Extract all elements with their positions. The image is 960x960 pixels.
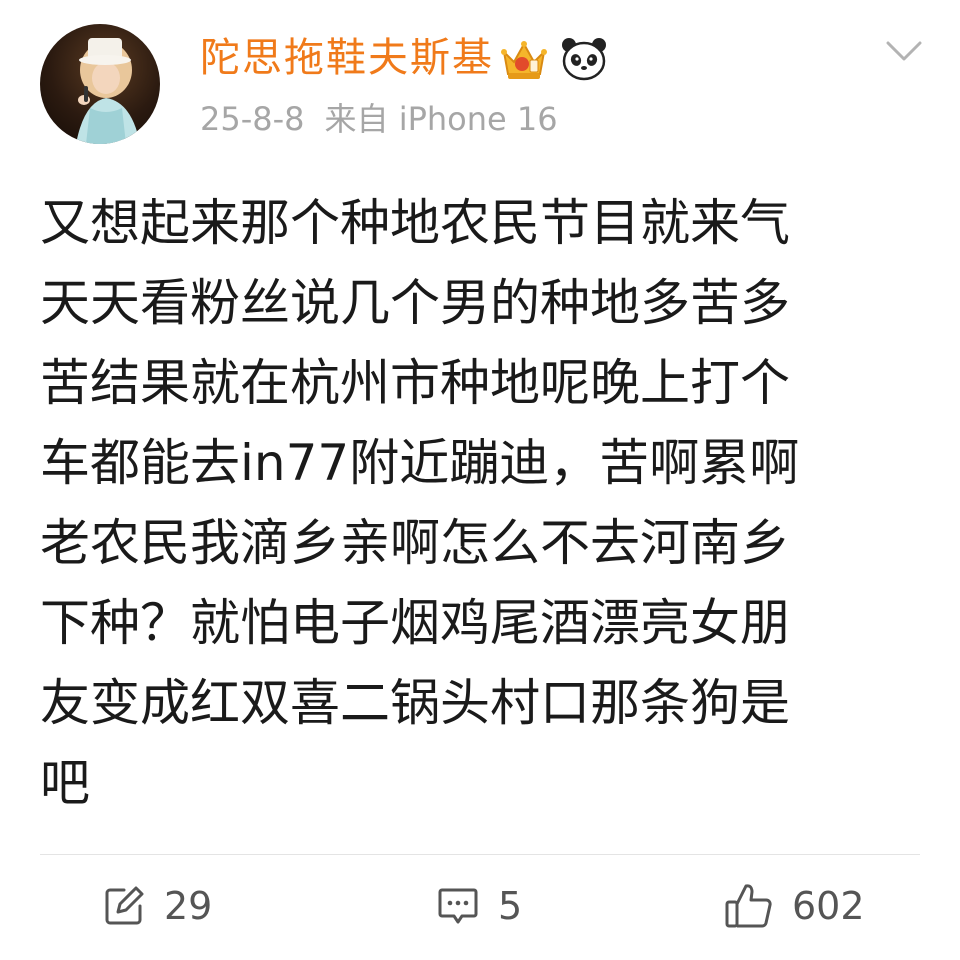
like-count: 602 bbox=[792, 884, 865, 928]
post-text-line: 老农民我滴乡亲啊怎么不去河南乡 bbox=[40, 514, 790, 572]
repost-count: 29 bbox=[164, 884, 213, 928]
post-text-line: 车都能去in77附近蹦迪，苦啊累啊 bbox=[40, 434, 800, 492]
post-text-line: 友变成红双喜二锅头村口那条狗是 bbox=[40, 674, 790, 732]
thumbs-up-icon bbox=[725, 884, 772, 928]
avatar[interactable] bbox=[40, 24, 160, 144]
username[interactable]: 陀思拖鞋夫斯基 bbox=[200, 32, 494, 84]
like-button[interactable]: 602 bbox=[724, 880, 865, 932]
comment-icon bbox=[438, 888, 478, 924]
post-text: 又想起来那个种地农民节目就来气 天天看粉丝说几个男的种地多苦多 苦结果就在杭州市… bbox=[40, 183, 922, 823]
repost-icon bbox=[105, 886, 144, 925]
post-source[interactable]: 来自 iPhone 16 bbox=[325, 100, 558, 138]
comment-button[interactable]: 5 bbox=[436, 880, 522, 932]
divider bbox=[40, 854, 920, 855]
repost-button[interactable]: 29 bbox=[102, 880, 212, 932]
post-text-line: 吧 bbox=[40, 754, 90, 812]
chevron-down-icon[interactable] bbox=[884, 38, 924, 64]
post-text-line: 下种？就怕电子烟鸡尾酒漂亮女朋 bbox=[40, 594, 790, 652]
post-date: 25-8-8 bbox=[200, 100, 305, 138]
post-text-line: 天天看粉丝说几个男的种地多苦多 bbox=[40, 274, 790, 332]
panda-icon[interactable] bbox=[560, 36, 608, 82]
post-text-line: 苦结果就在杭州市种地呢晚上打个 bbox=[40, 354, 790, 412]
comment-count: 5 bbox=[498, 884, 523, 928]
crown-vip-icon[interactable] bbox=[500, 36, 548, 82]
post-text-line: 又想起来那个种地农民节目就来气 bbox=[40, 194, 790, 252]
post-meta: 25-8-8 来自 iPhone 16 bbox=[200, 98, 558, 140]
